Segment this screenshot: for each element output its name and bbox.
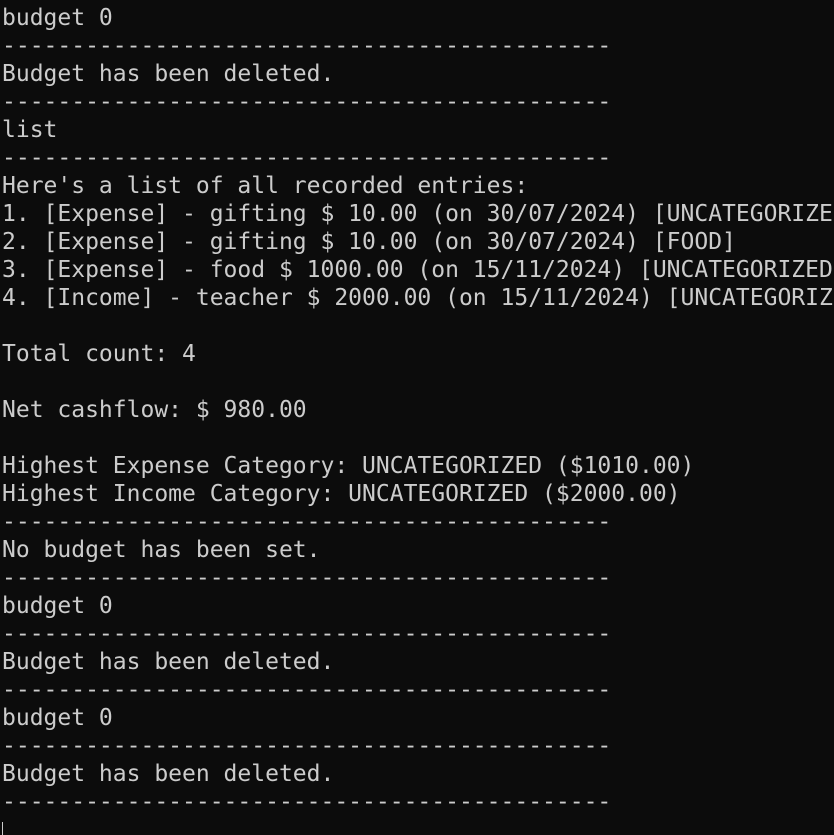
command-line-budget: budget 0 <box>2 5 113 31</box>
separator-line: ----------------------------------------… <box>2 621 612 647</box>
command-line-list: list <box>2 117 58 143</box>
list-header: Here's a list of all recorded entries: <box>2 173 529 199</box>
output-budget-deleted: Budget has been deleted. <box>2 61 335 87</box>
separator-line: ----------------------------------------… <box>2 565 612 591</box>
output-no-budget: No budget has been set. <box>2 537 321 563</box>
entry-line: 1. [Expense] - gifting $ 10.00 (on 30/07… <box>2 201 833 227</box>
separator-line: ----------------------------------------… <box>2 145 612 171</box>
separator-line: ----------------------------------------… <box>2 33 612 59</box>
highest-income-category: Highest Income Category: UNCATEGORIZED (… <box>2 481 681 507</box>
entry-line: 4. [Income] - teacher $ 2000.00 (on 15/1… <box>2 285 833 311</box>
separator-line: ----------------------------------------… <box>2 677 612 703</box>
entry-line: 3. [Expense] - food $ 1000.00 (on 15/11/… <box>2 257 833 283</box>
highest-expense-category: Highest Expense Category: UNCATEGORIZED … <box>2 453 695 479</box>
text-cursor <box>2 822 3 835</box>
terminal-output[interactable]: budget 0 -------------------------------… <box>2 4 834 835</box>
input-prompt-line[interactable] <box>2 816 834 835</box>
separator-line: ----------------------------------------… <box>2 789 612 815</box>
separator-line: ----------------------------------------… <box>2 733 612 759</box>
net-cashflow: Net cashflow: $ 980.00 <box>2 397 307 423</box>
command-line-budget: budget 0 <box>2 593 113 619</box>
total-count: Total count: 4 <box>2 341 196 367</box>
output-budget-deleted: Budget has been deleted. <box>2 761 335 787</box>
separator-line: ----------------------------------------… <box>2 509 612 535</box>
entry-line: 2. [Expense] - gifting $ 10.00 (on 30/07… <box>2 229 736 255</box>
output-budget-deleted: Budget has been deleted. <box>2 649 335 675</box>
separator-line: ----------------------------------------… <box>2 89 612 115</box>
command-line-budget: budget 0 <box>2 705 113 731</box>
